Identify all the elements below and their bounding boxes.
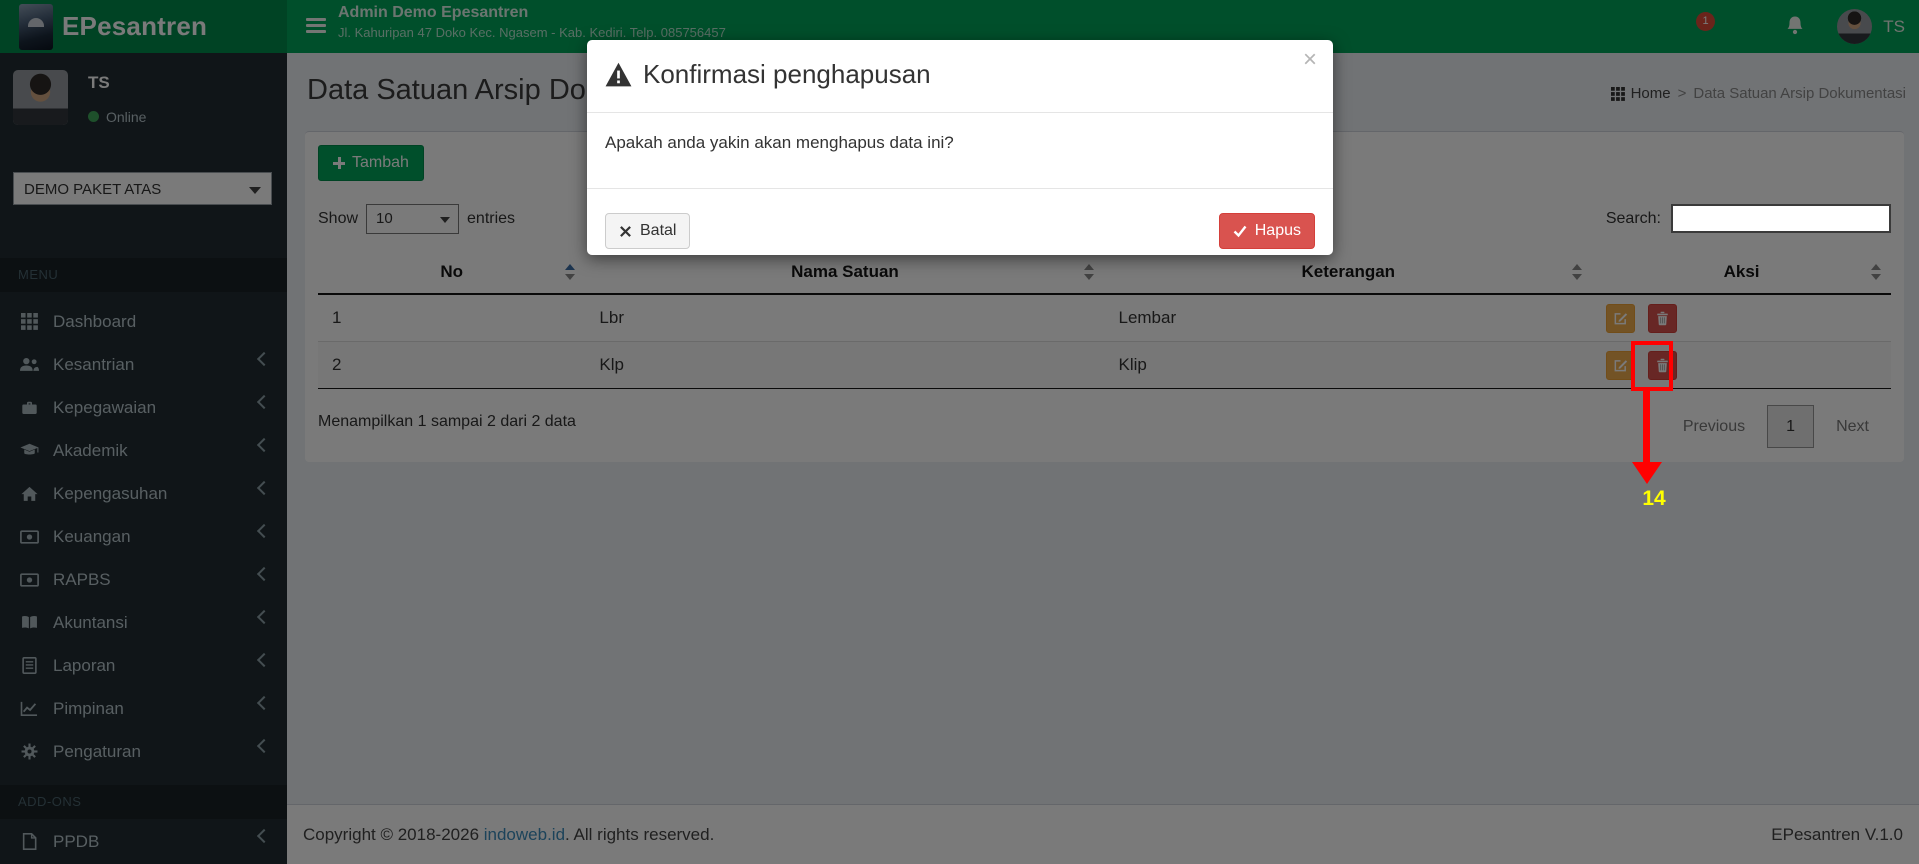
confirm-delete-button[interactable]: Hapus — [1219, 213, 1315, 249]
search-input[interactable] — [1671, 204, 1891, 233]
close-icon[interactable]: × — [1303, 48, 1317, 72]
warning-icon — [605, 62, 632, 87]
check-icon — [1233, 224, 1247, 238]
modal-footer: Batal Hapus — [587, 188, 1333, 255]
x-icon — [619, 225, 632, 238]
cancel-button[interactable]: Batal — [605, 213, 690, 249]
annotation-step-label: 14 — [1633, 487, 1675, 511]
annotation-arrow — [1643, 391, 1650, 464]
modal-title: Konfirmasi penghapusan — [605, 59, 1315, 90]
modal-body: Apakah anda yakin akan menghapus data in… — [587, 113, 1333, 188]
modal-header: Konfirmasi penghapusan × — [587, 40, 1333, 113]
annotation-highlight-box — [1631, 341, 1673, 391]
delete-confirmation-modal: Konfirmasi penghapusan × Apakah anda yak… — [587, 40, 1333, 255]
modal-message: Apakah anda yakin akan menghapus data in… — [605, 133, 954, 152]
app-screen: EPesantren Admin Demo Epesantren Jl. Kah… — [0, 0, 1919, 864]
annotation-arrowhead — [1632, 462, 1662, 484]
